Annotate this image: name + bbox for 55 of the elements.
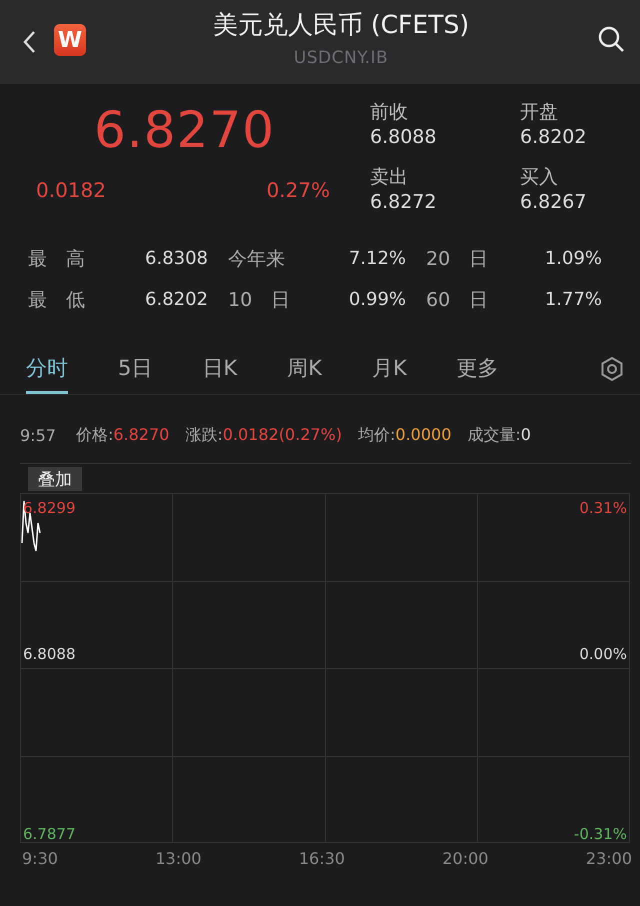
info-value: 6.8270 xyxy=(113,424,170,444)
info-value: 0.0182(0.27%) xyxy=(222,424,342,444)
field-label: 买入 xyxy=(520,165,559,189)
search-button[interactable] xyxy=(596,24,626,54)
info-value: 0 xyxy=(520,424,531,444)
chart-tab[interactable]: 更多 xyxy=(456,344,499,394)
stat-value: 6.8308 xyxy=(144,248,208,269)
chart-tab[interactable]: 5日 xyxy=(118,344,152,394)
axis-label: 6.7877 xyxy=(23,825,76,843)
page-title: 美元兑人民币 (CFETS) xyxy=(212,9,470,41)
stat-value: 6.8202 xyxy=(144,289,208,310)
field-label: 卖出 xyxy=(370,165,409,189)
info-label: 成交量: xyxy=(467,424,521,444)
overlay-button[interactable]: 叠加 xyxy=(28,467,82,491)
chart-tab[interactable]: 周K xyxy=(287,344,322,394)
app-logo[interactable]: W xyxy=(54,24,86,56)
axis-label: 6.8088 xyxy=(23,645,76,663)
stat-value: 1.09% xyxy=(544,248,602,269)
info-label: 均价: xyxy=(358,424,396,444)
current-price: 6.8270 xyxy=(93,100,276,160)
time-label: 9:57 xyxy=(20,426,56,444)
chart-tab[interactable]: 分时 xyxy=(26,344,68,394)
time-axis-label: 23:00 xyxy=(586,848,632,868)
stat-value: 7.12% xyxy=(348,248,406,269)
info-label: 价格: xyxy=(76,424,114,444)
chart-tab[interactable]: 月K xyxy=(372,344,407,394)
stat-label: 60 日 xyxy=(425,288,490,312)
symbol-code: USDCNY.IB xyxy=(294,48,388,68)
back-button[interactable] xyxy=(22,29,38,55)
time-axis-label: 20:00 xyxy=(442,848,488,868)
chart-tab[interactable]: 日K xyxy=(202,344,238,394)
stat-value: 0.99% xyxy=(348,289,406,310)
settings-button[interactable] xyxy=(600,356,624,382)
percent-change: 0.27% xyxy=(266,178,330,202)
stat-value: 1.77% xyxy=(544,289,602,310)
axis-label: 0.31% xyxy=(579,499,627,517)
stat-label: 20 日 xyxy=(425,246,490,272)
field-label: 开盘 xyxy=(520,100,559,124)
info-value: 0.0000 xyxy=(395,424,452,444)
info-label: 涨跌: xyxy=(185,424,223,444)
stat-label: 今年来 xyxy=(227,246,286,272)
field-value: 6.8272 xyxy=(370,190,438,215)
field-value: 6.8267 xyxy=(520,190,588,215)
time-axis-label: 13:00 xyxy=(155,848,202,868)
stat-label: 最 高 xyxy=(28,246,86,272)
field-value: 6.8088 xyxy=(370,125,438,150)
stat-label: 最 低 xyxy=(28,288,86,312)
time-axis-label: 9:30 xyxy=(22,848,58,868)
stat-label: 10 日 xyxy=(227,288,292,312)
price-change: 0.0182 xyxy=(36,178,106,202)
field-value: 6.8202 xyxy=(520,125,588,150)
field-label: 前收 xyxy=(370,100,409,124)
axis-label: -0.31% xyxy=(574,825,627,843)
time-axis-label: 16:30 xyxy=(298,848,345,868)
axis-label: 0.00% xyxy=(579,645,627,663)
